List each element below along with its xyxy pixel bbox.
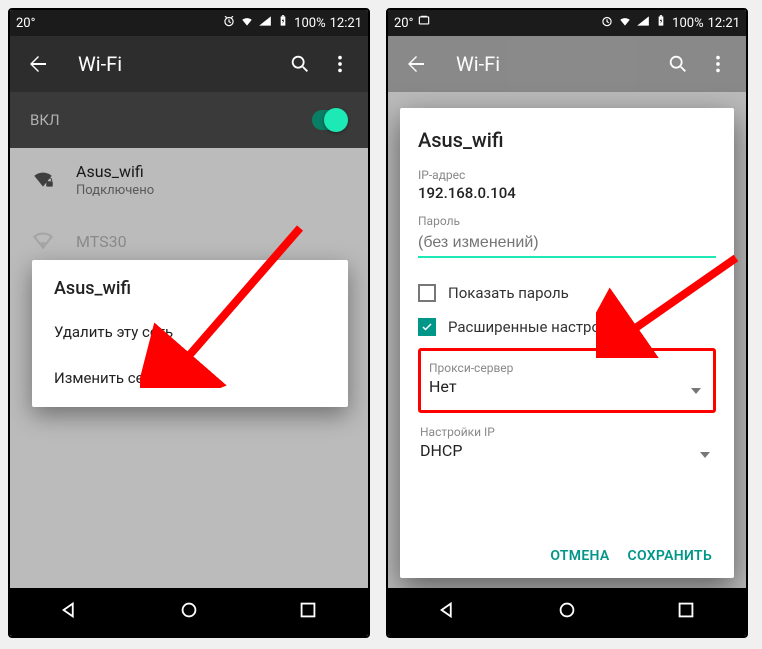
- status-temperature: 20°: [16, 16, 35, 31]
- signal-icon: [258, 14, 272, 32]
- ip-settings-value: DHCP: [420, 441, 714, 460]
- advanced-label: Расширенные настройки: [448, 318, 625, 336]
- page-title: Wi-Fi: [78, 52, 280, 76]
- battery-icon: [276, 14, 290, 32]
- overflow-menu-button[interactable]: [320, 44, 360, 84]
- proxy-dropdown[interactable]: Прокси-сервер Нет: [427, 355, 707, 404]
- forget-network-item[interactable]: Удалить эту сеть: [32, 309, 348, 355]
- password-input[interactable]: [418, 228, 716, 258]
- nav-home-icon[interactable]: [556, 599, 578, 625]
- annotation-highlight: Прокси-сервер Нет: [418, 348, 716, 413]
- ip-settings-dropdown[interactable]: Настройки IP DHCP: [418, 419, 716, 468]
- wifi-toggle-row[interactable]: ВКЛ: [10, 92, 368, 148]
- cancel-button[interactable]: ОТМЕНА: [550, 548, 609, 564]
- status-time: 12:21: [708, 16, 740, 31]
- ip-settings-label: Настройки IP: [420, 425, 714, 439]
- signal-icon: [636, 14, 650, 32]
- chevron-down-icon: [691, 388, 701, 394]
- network-context-menu: Asus_wifi Удалить эту сеть Изменить сеть: [32, 260, 348, 407]
- navigation-bar: [388, 588, 746, 636]
- back-button[interactable]: [396, 44, 436, 84]
- back-button[interactable]: [18, 44, 58, 84]
- proxy-label: Прокси-сервер: [429, 361, 705, 375]
- password-label: Пароль: [418, 214, 716, 228]
- wifi-toggle-label: ВКЛ: [30, 111, 60, 129]
- nav-home-icon[interactable]: [178, 599, 200, 625]
- status-battery-pct: 100%: [672, 16, 703, 31]
- ip-address-label: IP-адрес: [418, 168, 716, 182]
- dialog-title: Asus_wifi: [418, 128, 716, 152]
- chevron-down-icon: [700, 452, 710, 458]
- nav-back-icon[interactable]: [437, 599, 459, 625]
- checkbox-checked-icon: [418, 318, 436, 336]
- app-bar: Wi-Fi: [388, 36, 746, 92]
- advanced-row[interactable]: Расширенные настройки: [418, 310, 716, 344]
- status-battery-pct: 100%: [294, 16, 325, 31]
- save-button[interactable]: СОХРАНИТЬ: [628, 548, 712, 564]
- app-bar: Wi-Fi: [10, 36, 368, 92]
- screenshot-icon: [417, 14, 431, 32]
- nav-recents-icon[interactable]: [675, 599, 697, 625]
- checkbox-unchecked-icon: [418, 284, 436, 302]
- search-button[interactable]: [658, 44, 698, 84]
- edit-network-dialog: Asus_wifi IP-адрес 192.168.0.104 Пароль …: [400, 108, 734, 578]
- page-title: Wi-Fi: [456, 52, 658, 76]
- alarm-icon: [222, 14, 236, 32]
- wifi-status-icon: [618, 14, 632, 32]
- nav-back-icon[interactable]: [59, 599, 81, 625]
- show-password-row[interactable]: Показать пароль: [418, 276, 716, 310]
- phone-right: 20° 100% 12:21 Wi-Fi: [386, 8, 748, 638]
- status-bar: 20° 100% 12:21: [388, 10, 746, 36]
- wifi-switch[interactable]: [312, 110, 348, 130]
- status-temperature: 20°: [394, 16, 413, 31]
- context-menu-title: Asus_wifi: [32, 278, 348, 309]
- modify-network-item[interactable]: Изменить сеть: [32, 355, 348, 401]
- nav-recents-icon[interactable]: [297, 599, 319, 625]
- wifi-status-icon: [240, 14, 254, 32]
- overflow-menu-button[interactable]: [698, 44, 738, 84]
- ip-address-value: 192.168.0.104: [418, 184, 716, 202]
- battery-icon: [654, 14, 668, 32]
- alarm-icon: [600, 14, 614, 32]
- navigation-bar: [10, 588, 368, 636]
- status-bar: 20° 100% 12:21: [10, 10, 368, 36]
- search-button[interactable]: [280, 44, 320, 84]
- phone-left: 20° 100% 12:21 Wi-Fi: [8, 8, 370, 638]
- status-time: 12:21: [330, 16, 362, 31]
- dialog-actions: ОТМЕНА СОХРАНИТЬ: [418, 538, 716, 570]
- proxy-value: Нет: [429, 377, 705, 396]
- show-password-label: Показать пароль: [448, 284, 569, 302]
